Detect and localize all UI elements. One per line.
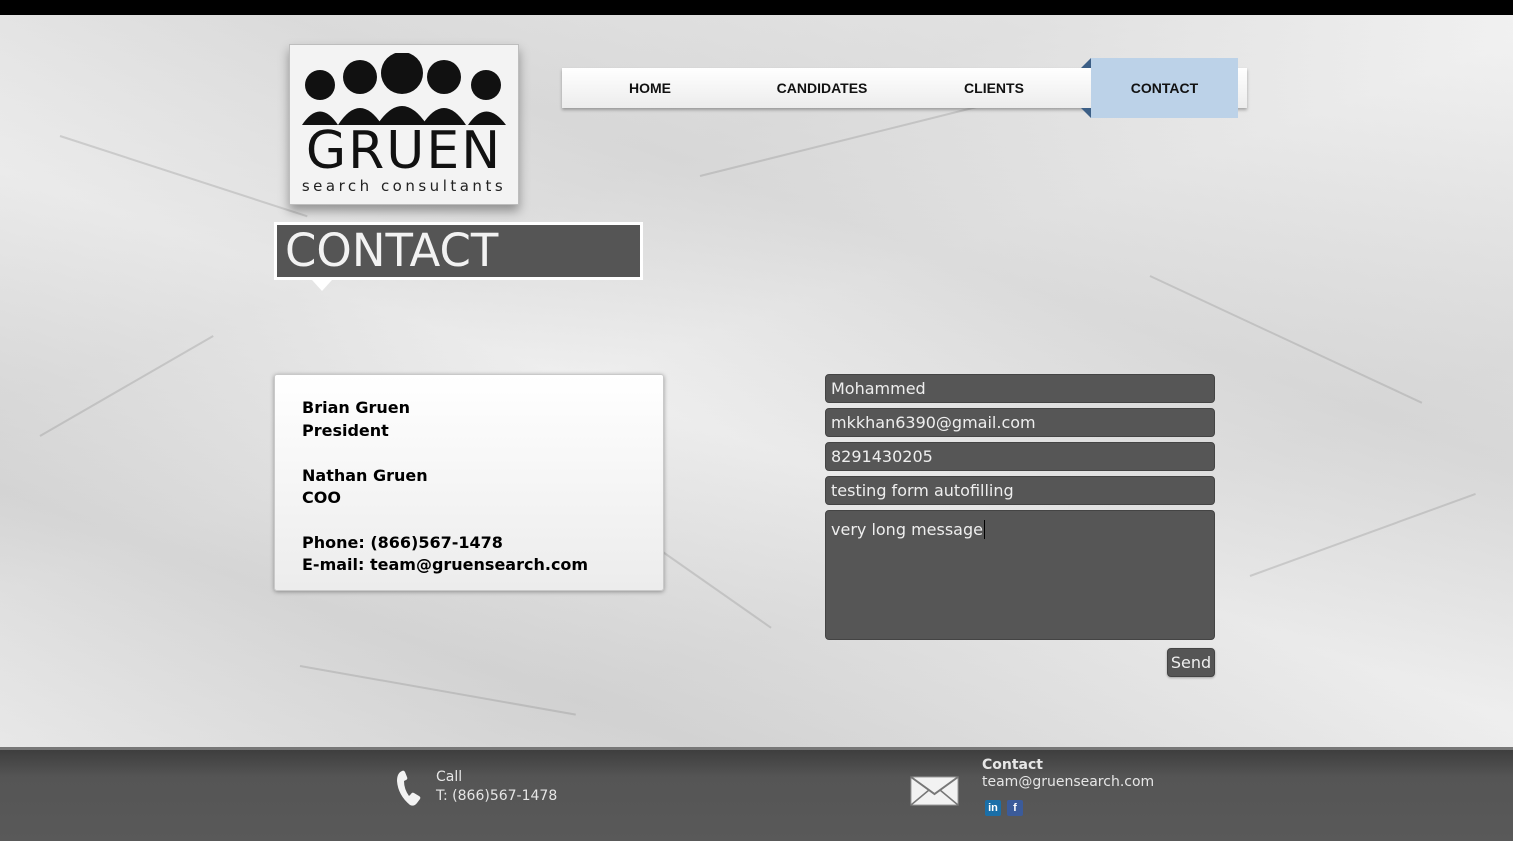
person1-name: Brian Gruen (302, 398, 410, 417)
person2-name: Nathan Gruen (302, 466, 428, 485)
people-logo-icon (302, 53, 506, 125)
text-caret (983, 520, 985, 539)
phone-field[interactable]: 8291430205 (825, 442, 1215, 471)
logo-tagline: search consultants (301, 177, 507, 195)
footer (0, 747, 1513, 841)
phone-icon (397, 770, 421, 806)
info-phone: Phone: (866)567-1478 (302, 533, 503, 552)
mail-icon (910, 776, 959, 806)
subject-field[interactable]: testing form autofilling (825, 476, 1215, 505)
logo-name: GRUEN (305, 121, 503, 181)
title-pointer (312, 280, 332, 291)
page-title: CONTACT (285, 224, 499, 277)
message-field[interactable]: very long message (825, 510, 1215, 640)
top-bar (0, 0, 1513, 15)
message-text: very long message (831, 520, 983, 539)
nav-clients[interactable]: CLIENTS (944, 68, 1044, 108)
company-logo[interactable]: GRUEN search consultants (289, 44, 519, 205)
contact-info-card: Brian Gruen President Nathan Gruen COO P… (274, 374, 664, 591)
person2-role: COO (302, 488, 341, 507)
name-field[interactable]: Mohammed (825, 374, 1215, 403)
facebook-icon[interactable]: f (1007, 800, 1023, 816)
footer-contact-email[interactable]: team@gruensearch.com (982, 773, 1154, 792)
email-field[interactable]: mkkhan6390@gmail.com (825, 408, 1215, 437)
person1-role: President (302, 421, 389, 440)
linkedin-icon[interactable]: in (985, 800, 1001, 816)
send-button[interactable]: Send (1167, 648, 1215, 677)
nav-contact[interactable]: CONTACT (1091, 58, 1238, 118)
marble-background (0, 15, 1513, 747)
info-email: E-mail: team@gruensearch.com (302, 555, 589, 574)
footer-call-label: Call (436, 769, 463, 785)
footer-call-phone[interactable]: T: (866)567-1478 (436, 787, 557, 806)
nav-fold-bottom (1081, 108, 1091, 118)
page-title-box: CONTACT (274, 222, 643, 280)
nav-home[interactable]: HOME (600, 68, 700, 108)
nav-candidates[interactable]: CANDIDATES (762, 68, 882, 108)
nav-fold-top (1081, 58, 1091, 68)
